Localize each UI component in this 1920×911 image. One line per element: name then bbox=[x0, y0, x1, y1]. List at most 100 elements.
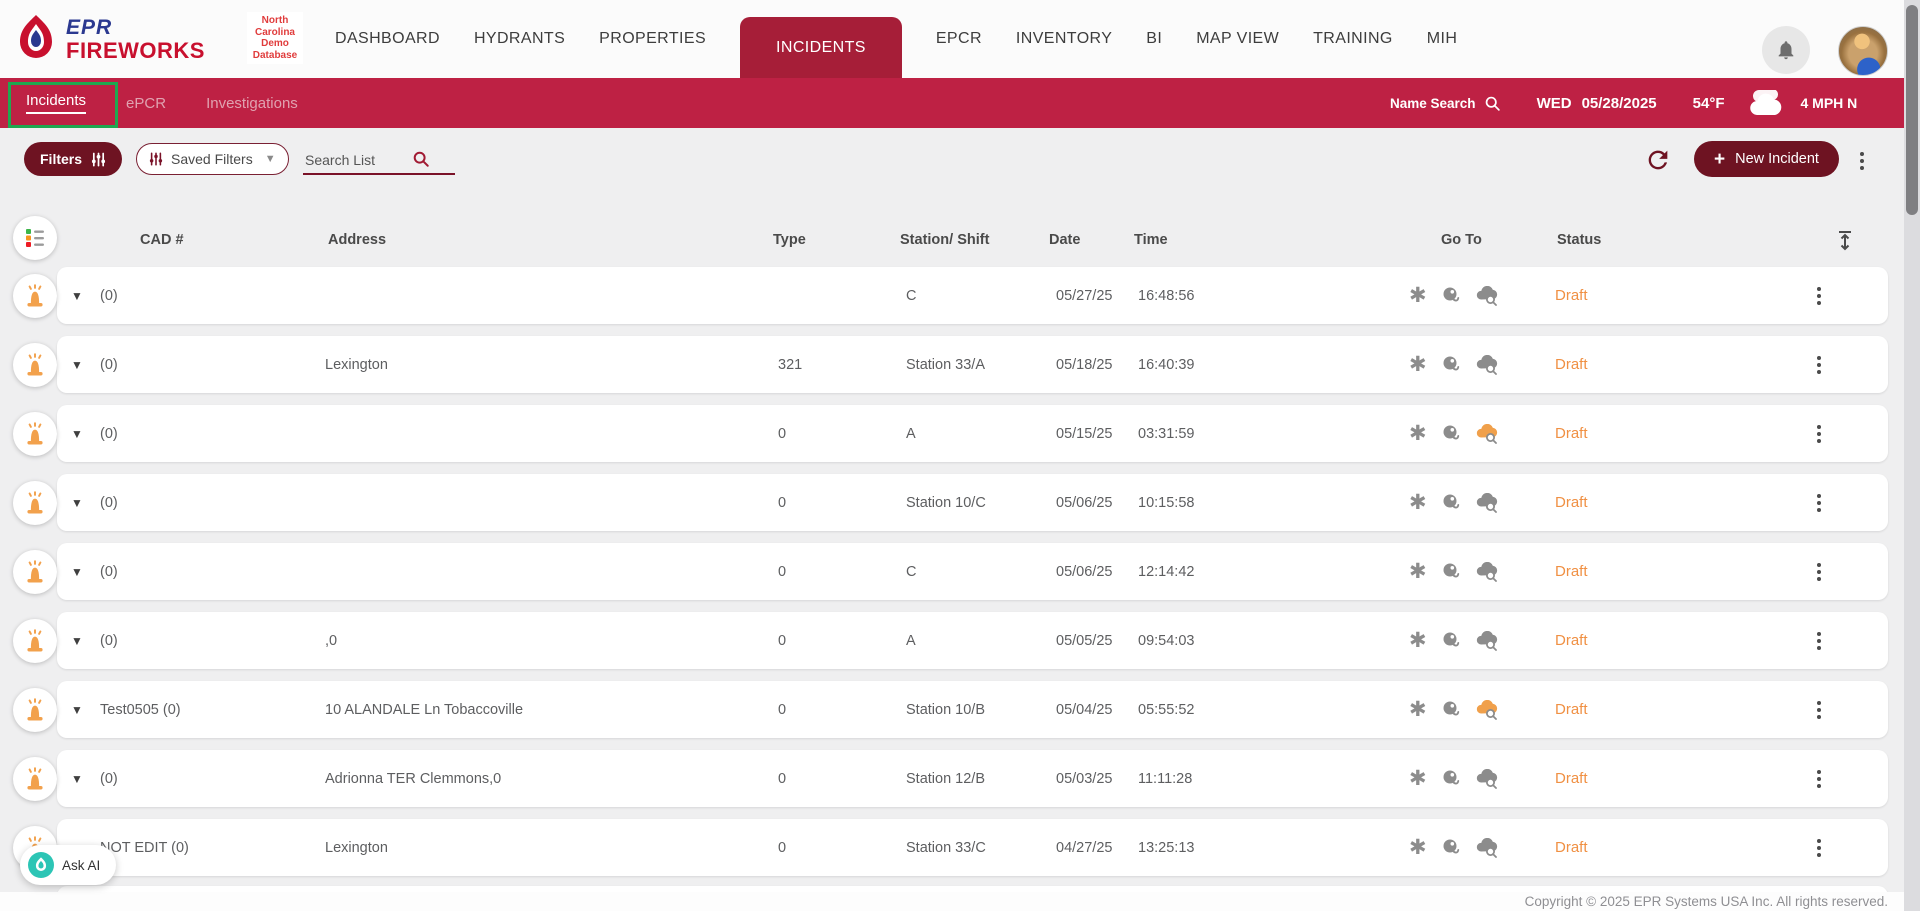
dispatch-call-icon[interactable] bbox=[1441, 562, 1461, 582]
table-row[interactable]: ▼ (0) ,0 0 A 05/05/25 09:54:03 ✱ bbox=[57, 612, 1888, 669]
row-options-menu[interactable] bbox=[1813, 543, 1825, 600]
cloud-search-icon[interactable] bbox=[1475, 769, 1499, 789]
ask-ai-label: Ask AI bbox=[62, 858, 100, 873]
nav-item-incidents[interactable]: INCIDENTS bbox=[740, 17, 902, 78]
ask-ai-button[interactable]: Ask AI bbox=[20, 845, 116, 885]
expand-row-chevron-icon[interactable]: ▼ bbox=[71, 543, 83, 600]
date-cell: 05/18/25 bbox=[1056, 336, 1112, 393]
nav-item-hydrants[interactable]: HYDRANTS bbox=[474, 30, 565, 48]
table-row[interactable]: ▼ NOT EDIT (0) Lexington 0 Station 33/C … bbox=[57, 819, 1888, 876]
search-icon[interactable] bbox=[412, 150, 430, 168]
dispatch-call-icon[interactable] bbox=[1441, 631, 1461, 651]
cloud-search-icon[interactable] bbox=[1475, 493, 1499, 513]
table-row[interactable]: ▼ (0) 0 Station 10/C 05/06/25 10:15:58 ✱ bbox=[57, 474, 1888, 531]
nav-item-epcr[interactable]: EPCR bbox=[936, 30, 982, 48]
filters-button[interactable]: Filters bbox=[24, 142, 122, 176]
dispatch-call-icon[interactable] bbox=[1441, 424, 1461, 444]
dispatch-call-icon[interactable] bbox=[1441, 493, 1461, 513]
table-row[interactable]: ▼ (0) 0 C 05/06/25 12:14:42 ✱ bbox=[57, 543, 1888, 600]
expand-row-chevron-icon[interactable]: ▼ bbox=[71, 681, 83, 738]
table-row[interactable]: ▼ (0) Lexington 321 Station 33/A 05/18/2… bbox=[57, 336, 1888, 393]
nav-item-training[interactable]: TRAINING bbox=[1313, 30, 1393, 48]
column-header-status[interactable]: Status bbox=[1557, 232, 1601, 248]
status-badge: Draft bbox=[1555, 336, 1588, 393]
column-header-date[interactable]: Date bbox=[1049, 232, 1080, 248]
type-cell: 0 bbox=[778, 681, 786, 738]
incident-asterisk-icon[interactable]: ✱ bbox=[1409, 837, 1427, 858]
incident-asterisk-icon[interactable]: ✱ bbox=[1409, 768, 1427, 789]
nav-item-properties[interactable]: PROPERTIES bbox=[599, 30, 706, 48]
nav-item-inventory[interactable]: INVENTORY bbox=[1016, 30, 1112, 48]
incident-asterisk-icon[interactable]: ✱ bbox=[1409, 699, 1427, 720]
column-header-time[interactable]: Time bbox=[1134, 232, 1168, 248]
incident-asterisk-icon[interactable]: ✱ bbox=[1409, 423, 1427, 444]
saved-filters-dropdown[interactable]: Saved Filters ▼ bbox=[136, 143, 289, 175]
status-badge: Draft bbox=[1555, 819, 1588, 876]
row-options-menu[interactable] bbox=[1813, 819, 1825, 876]
notifications-button[interactable] bbox=[1762, 26, 1810, 74]
dispatch-call-icon[interactable] bbox=[1441, 838, 1461, 858]
expand-row-chevron-icon[interactable]: ▼ bbox=[71, 612, 83, 669]
row-options-menu[interactable] bbox=[1813, 681, 1825, 738]
cloud-search-icon[interactable] bbox=[1475, 286, 1499, 306]
table-row[interactable]: ▼ (0) Adrionna TER Clemmons,0 0 Station … bbox=[57, 750, 1888, 807]
expand-row-chevron-icon[interactable]: ▼ bbox=[71, 267, 83, 324]
list-options-menu[interactable] bbox=[1856, 148, 1868, 174]
dispatch-call-icon[interactable] bbox=[1441, 355, 1461, 375]
incident-asterisk-icon[interactable]: ✱ bbox=[1409, 354, 1427, 375]
cloud-search-icon[interactable] bbox=[1475, 631, 1499, 651]
time-cell: 11:11:28 bbox=[1138, 750, 1192, 807]
nav-item-mih[interactable]: MIH bbox=[1427, 30, 1458, 48]
station-shift-cell: Station 33/C bbox=[906, 819, 986, 876]
epr-fireworks-logo[interactable]: EPR FIREWORKS bbox=[14, 14, 205, 64]
expand-row-chevron-icon[interactable]: ▼ bbox=[71, 750, 83, 807]
row-options-menu[interactable] bbox=[1813, 750, 1825, 807]
dispatch-call-icon[interactable] bbox=[1441, 286, 1461, 306]
row-options-menu[interactable] bbox=[1813, 474, 1825, 531]
expand-row-chevron-icon[interactable]: ▼ bbox=[71, 474, 83, 531]
new-incident-button[interactable]: + New Incident bbox=[1694, 141, 1839, 177]
subtab-investigations[interactable]: Investigations bbox=[206, 95, 298, 112]
incident-siren-badge bbox=[13, 619, 57, 663]
table-row[interactable]: ▼ (0) C 05/27/25 16:48:56 ✱ bbox=[57, 267, 1888, 324]
table-row[interactable]: ▼ Test0505 (0) 10 ALANDALE Ln Tobaccovil… bbox=[57, 681, 1888, 738]
column-header-go-to[interactable]: Go To bbox=[1441, 232, 1482, 248]
nav-item-dashboard[interactable]: DASHBOARD bbox=[335, 30, 440, 48]
scrollbar-thumb[interactable] bbox=[1906, 5, 1918, 215]
cloud-search-icon[interactable] bbox=[1475, 355, 1499, 375]
weather-cloud-icon bbox=[1745, 90, 1787, 116]
incidents-page: EPR FIREWORKS NorthCarolinaDemoDatabase … bbox=[0, 0, 1920, 911]
table-row[interactable]: ▼ (0) 0 A 05/15/25 03:31:59 ✱ bbox=[57, 405, 1888, 462]
incident-asterisk-icon[interactable]: ✱ bbox=[1409, 285, 1427, 306]
column-header-type[interactable]: Type bbox=[773, 232, 806, 248]
nav-item-map-view[interactable]: MAP VIEW bbox=[1196, 30, 1279, 48]
expand-row-chevron-icon[interactable]: ▼ bbox=[71, 336, 83, 393]
user-avatar[interactable] bbox=[1838, 26, 1888, 76]
cloud-search-icon[interactable] bbox=[1475, 424, 1499, 444]
dispatch-call-icon[interactable] bbox=[1441, 769, 1461, 789]
scrollbar[interactable] bbox=[1904, 0, 1920, 911]
incident-asterisk-icon[interactable]: ✱ bbox=[1409, 630, 1427, 651]
subtab-epcr[interactable]: ePCR bbox=[126, 95, 166, 112]
column-header-station-shift[interactable]: Station/ Shift bbox=[900, 232, 989, 248]
row-height-icon[interactable] bbox=[1836, 230, 1854, 252]
sliders-icon bbox=[91, 152, 106, 167]
incident-asterisk-icon[interactable]: ✱ bbox=[1409, 492, 1427, 513]
cloud-search-icon[interactable] bbox=[1475, 562, 1499, 582]
expand-row-chevron-icon[interactable]: ▼ bbox=[71, 405, 83, 462]
search-list-input[interactable] bbox=[303, 146, 455, 175]
cloud-search-icon[interactable] bbox=[1475, 838, 1499, 858]
row-options-menu[interactable] bbox=[1813, 405, 1825, 462]
date-cell: 05/05/25 bbox=[1056, 612, 1112, 669]
refresh-button[interactable] bbox=[1644, 146, 1672, 174]
nav-item-bi[interactable]: BI bbox=[1146, 30, 1162, 48]
column-header-cad-[interactable]: CAD # bbox=[140, 232, 184, 248]
incident-asterisk-icon[interactable]: ✱ bbox=[1409, 561, 1427, 582]
dispatch-call-icon[interactable] bbox=[1441, 700, 1461, 720]
column-header-address[interactable]: Address bbox=[328, 232, 386, 248]
row-options-menu[interactable] bbox=[1813, 612, 1825, 669]
cloud-search-icon[interactable] bbox=[1475, 700, 1499, 720]
row-options-menu[interactable] bbox=[1813, 267, 1825, 324]
row-options-menu[interactable] bbox=[1813, 336, 1825, 393]
name-search-button[interactable]: Name Search bbox=[1390, 95, 1501, 112]
